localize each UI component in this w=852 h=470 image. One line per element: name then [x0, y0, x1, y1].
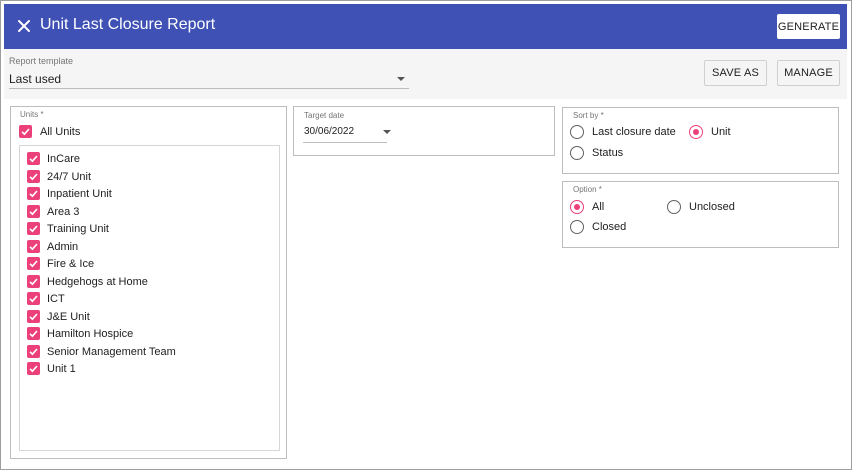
- radio-button[interactable]: [570, 220, 584, 234]
- unit-label: Fire & Ice: [47, 258, 95, 270]
- unit-label: Unit 1: [47, 363, 76, 375]
- radio-button[interactable]: [570, 125, 584, 139]
- target-date-select[interactable]: 30/06/2022: [303, 124, 391, 143]
- target-date-fieldset: Target date 30/06/2022: [293, 106, 555, 156]
- check-icon: [29, 347, 38, 355]
- list-item[interactable]: Training Unit: [20, 222, 279, 238]
- unit-checkbox[interactable]: [27, 152, 40, 165]
- unit-checkbox[interactable]: [27, 344, 40, 358]
- check-icon: [29, 155, 38, 163]
- close-icon: [18, 20, 30, 32]
- list-item[interactable]: Admin: [20, 239, 279, 256]
- template-select[interactable]: Last used: [9, 69, 409, 89]
- check-icon: [29, 172, 38, 180]
- unit-checkbox[interactable]: [27, 309, 40, 323]
- dialog-title: Unit Last Closure Report: [40, 16, 216, 33]
- unit-checkbox[interactable]: [27, 362, 40, 375]
- radio-label: Unclosed: [689, 201, 735, 213]
- report-dialog: Unit Last Closure Report GENERATE Report…: [0, 0, 852, 470]
- unit-checkbox[interactable]: [27, 257, 40, 270]
- radio-button[interactable]: [667, 200, 681, 214]
- template-value: Last used: [9, 72, 62, 86]
- generate-button[interactable]: GENERATE: [777, 14, 840, 39]
- list-item[interactable]: InCare: [20, 152, 279, 168]
- list-item[interactable]: ICT: [20, 292, 279, 308]
- check-icon: [29, 277, 38, 285]
- sort-by-legend: Sort by *: [573, 111, 604, 120]
- chevron-down-icon: [383, 130, 391, 134]
- check-icon: [29, 330, 38, 338]
- check-icon: [21, 128, 30, 136]
- unit-label: Area 3: [47, 205, 80, 218]
- check-icon: [29, 225, 38, 233]
- radio-button[interactable]: [689, 125, 703, 139]
- unit-label: InCare: [47, 153, 81, 165]
- unit-label: Admin: [47, 240, 79, 253]
- unit-checkbox[interactable]: [27, 169, 40, 183]
- unit-label: Training Unit: [47, 223, 109, 235]
- save-as-button[interactable]: SAVE AS: [704, 60, 767, 86]
- radio-label: Closed: [592, 221, 627, 233]
- unit-checkbox[interactable]: [27, 187, 40, 200]
- list-item[interactable]: Hamilton Hospice: [20, 327, 279, 343]
- check-icon: [29, 190, 38, 198]
- all-units-label: All Units: [40, 126, 81, 138]
- list-item[interactable]: Area 3: [20, 204, 279, 221]
- radio-button[interactable]: [570, 146, 584, 160]
- list-item[interactable]: Senior Management Team: [20, 344, 279, 361]
- radio-button[interactable]: [570, 200, 584, 214]
- check-icon: [29, 365, 38, 373]
- list-item[interactable]: Unit 1: [20, 362, 279, 378]
- check-icon: [29, 312, 38, 320]
- sort-option-last-closure-date[interactable]: Last closure date: [570, 125, 685, 141]
- sort-option-unit[interactable]: Unit: [689, 125, 749, 141]
- dialog-header: Unit Last Closure Report GENERATE: [4, 4, 847, 49]
- check-icon: [29, 207, 38, 215]
- unit-checkbox[interactable]: [27, 292, 40, 305]
- unit-label: ICT: [47, 293, 65, 305]
- units-fieldset: Units * All Units InCare 24/7 Unit Inpat…: [10, 106, 287, 459]
- unit-label: Hedgehogs at Home: [47, 275, 148, 288]
- all-units-checkbox[interactable]: [19, 125, 32, 138]
- unit-checkbox[interactable]: [27, 274, 40, 288]
- target-date-label: Target date: [304, 111, 345, 120]
- unit-label: Inpatient Unit: [47, 188, 112, 200]
- unit-label: 24/7 Unit: [47, 170, 92, 183]
- option-all[interactable]: All: [570, 200, 630, 216]
- radio-label: Status: [592, 147, 624, 159]
- list-item[interactable]: 24/7 Unit: [20, 169, 279, 186]
- sort-option-status[interactable]: Status: [570, 146, 650, 162]
- close-button[interactable]: [12, 14, 36, 38]
- units-legend: Units *: [20, 110, 44, 119]
- radio-label: Unit: [711, 126, 731, 138]
- radio-label: All: [592, 201, 605, 213]
- template-toolbar: Report template Last used SAVE AS MANAGE: [4, 49, 847, 99]
- unit-checkbox[interactable]: [27, 204, 40, 218]
- template-label: Report template: [9, 56, 74, 66]
- unit-label: Senior Management Team: [47, 345, 176, 358]
- chevron-down-icon: [397, 77, 405, 81]
- unit-label: J&E Unit: [47, 310, 90, 323]
- radio-label: Last closure date: [592, 126, 676, 138]
- unit-checkbox[interactable]: [27, 327, 40, 340]
- option-legend: Option *: [573, 185, 602, 194]
- unit-list: InCare 24/7 Unit Inpatient Unit Area 3 T…: [19, 145, 280, 451]
- list-item[interactable]: Inpatient Unit: [20, 187, 279, 203]
- list-item[interactable]: Fire & Ice: [20, 257, 279, 273]
- unit-label: Hamilton Hospice: [47, 328, 134, 340]
- option-closed[interactable]: Closed: [570, 220, 640, 236]
- target-date-value: 30/06/2022: [304, 126, 355, 137]
- list-item[interactable]: Hedgehogs at Home: [20, 274, 279, 291]
- sort-by-fieldset: Sort by * Last closure date Unit Status: [562, 107, 839, 174]
- option-unclosed[interactable]: Unclosed: [667, 200, 747, 216]
- list-item[interactable]: J&E Unit: [20, 309, 279, 326]
- option-fieldset: Option * All Unclosed Closed: [562, 181, 839, 248]
- check-icon: [29, 242, 38, 250]
- unit-checkbox[interactable]: [27, 222, 40, 235]
- manage-button[interactable]: MANAGE: [777, 60, 840, 86]
- unit-checkbox[interactable]: [27, 239, 40, 253]
- check-icon: [29, 295, 38, 303]
- check-icon: [29, 260, 38, 268]
